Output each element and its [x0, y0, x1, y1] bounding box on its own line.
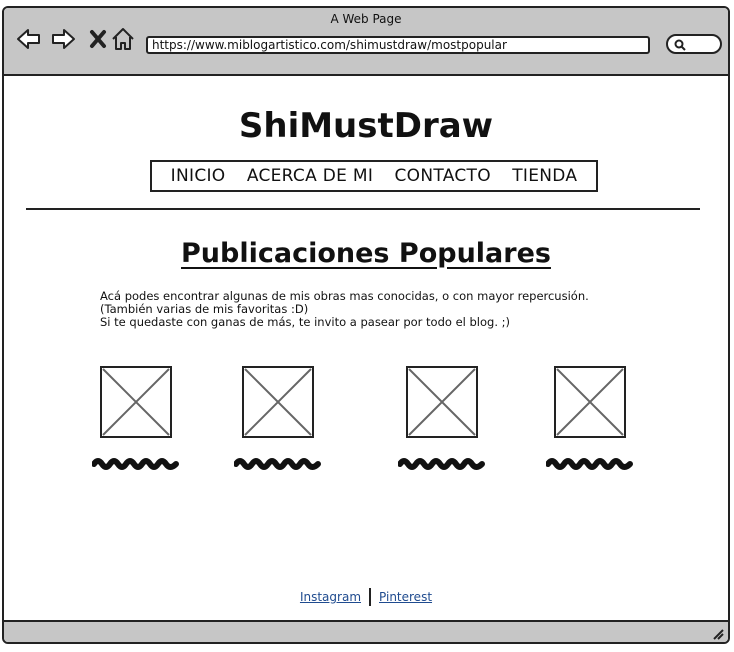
intro-text: Acá podes encontrar algunas de mis obras…: [100, 290, 640, 329]
image-placeholder-4[interactable]: [554, 366, 626, 438]
menu-item-acerca[interactable]: ACERCA DE MI: [247, 166, 373, 186]
intro-line-1: Acá podes encontrar algunas de mis obras…: [100, 289, 589, 316]
window-title: A Web Page: [330, 12, 402, 26]
search-icon: [674, 39, 686, 51]
browser-toolbar: A Web Page https://www.miblogartistico.c…: [4, 8, 728, 76]
home-icon[interactable]: [110, 26, 136, 52]
footer-links: Instagram Pinterest: [4, 588, 728, 606]
image-placeholder-2[interactable]: [242, 366, 314, 438]
image-placeholder-1[interactable]: [100, 366, 172, 438]
caption-scribble-2: [234, 458, 321, 470]
caption-scribble-4: [546, 458, 633, 470]
search-field[interactable]: [666, 34, 722, 54]
image-placeholder-3[interactable]: [406, 366, 478, 438]
page-content: ShiMustDraw INICIO ACERCA DE MI CONTACTO…: [4, 76, 728, 618]
site-title: ShiMustDraw: [238, 106, 494, 146]
status-bar: [4, 620, 728, 642]
menu-item-contacto[interactable]: CONTACTO: [395, 166, 491, 186]
back-arrow-icon[interactable]: [16, 26, 42, 52]
address-bar[interactable]: https://www.miblogartistico.com/shimustd…: [146, 36, 650, 54]
instagram-link[interactable]: Instagram: [292, 590, 369, 604]
forward-arrow-icon[interactable]: [50, 26, 76, 52]
page-heading: Publicaciones Populares: [181, 238, 551, 269]
caption-scribble-1: [92, 458, 179, 470]
resize-grip-icon[interactable]: [710, 626, 724, 640]
pinterest-link[interactable]: Pinterest: [371, 590, 440, 604]
divider: [26, 208, 700, 210]
menu-item-inicio[interactable]: INICIO: [171, 166, 226, 186]
intro-line-2: Si te quedaste con ganas de más, te invi…: [100, 315, 511, 329]
main-menu: INICIO ACERCA DE MI CONTACTO TIENDA: [150, 160, 598, 192]
browser-window: A Web Page https://www.miblogartistico.c…: [2, 6, 730, 644]
close-icon[interactable]: [86, 26, 112, 52]
menu-item-tienda[interactable]: TIENDA: [512, 166, 577, 186]
caption-scribble-3: [398, 458, 485, 470]
